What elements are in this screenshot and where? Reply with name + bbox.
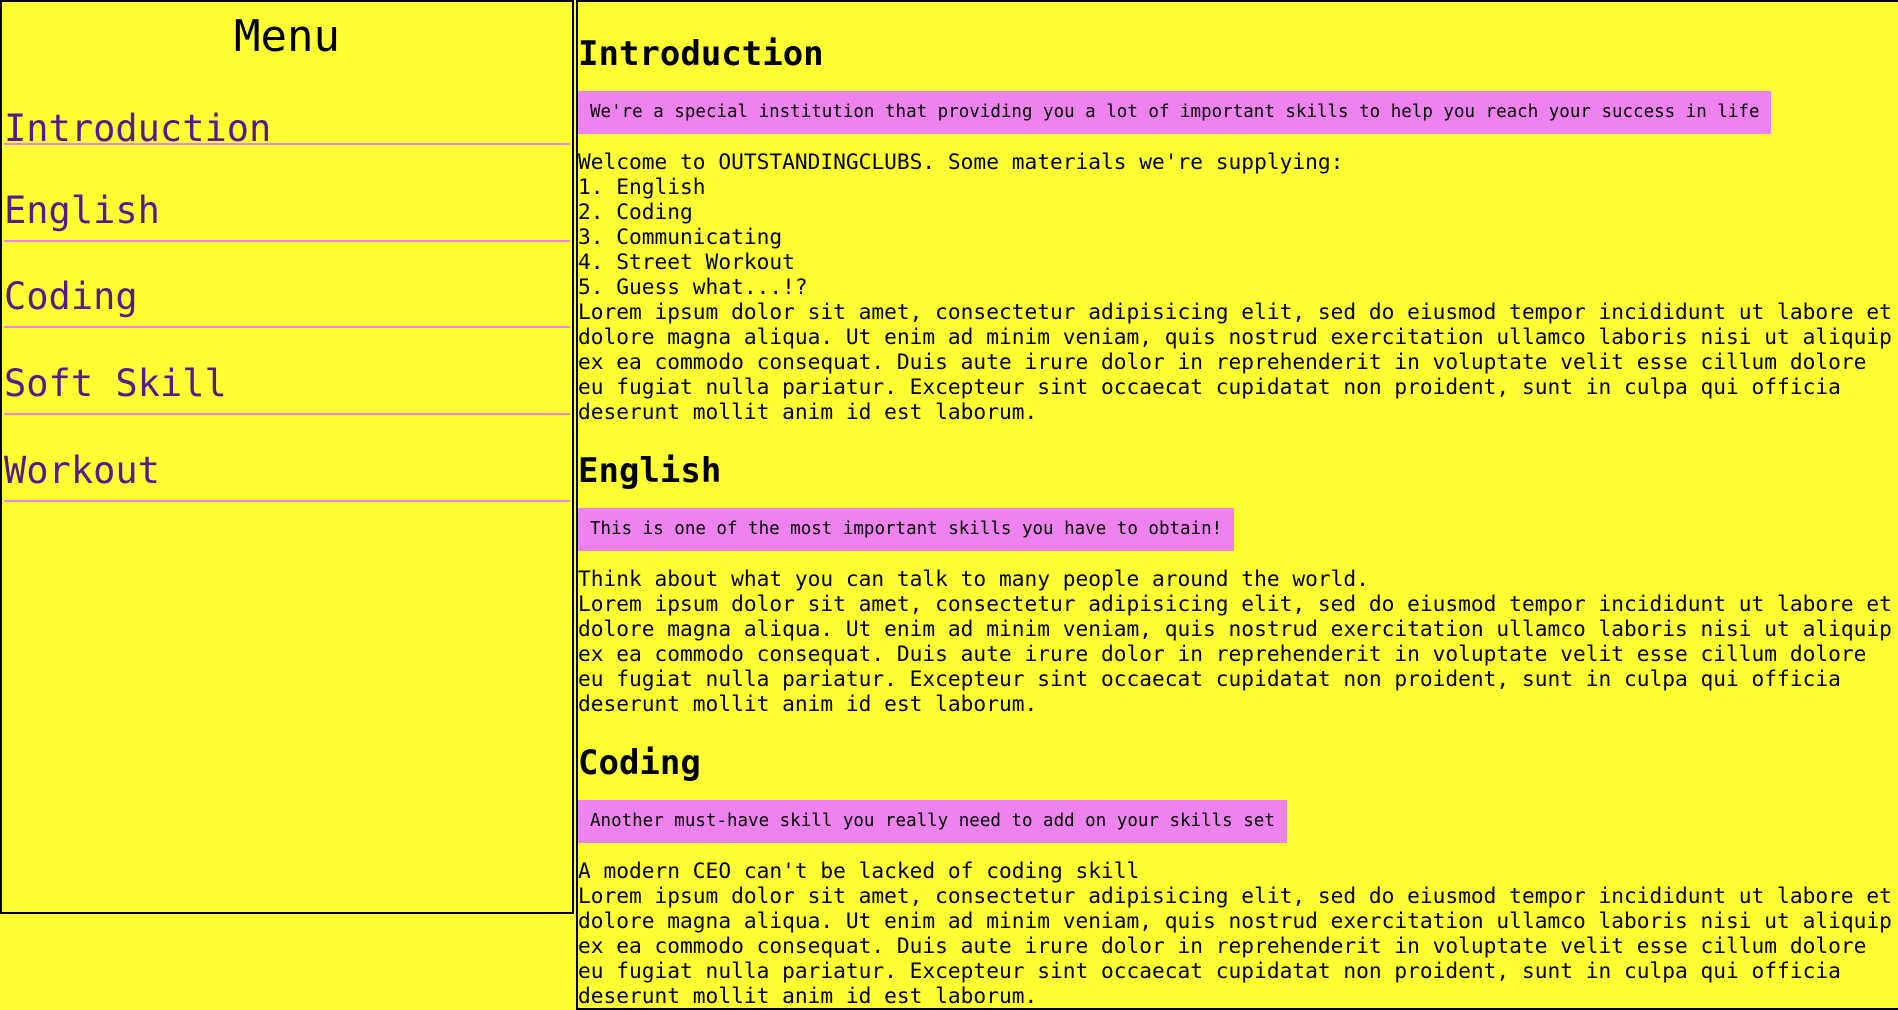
body-line: 2. Coding (578, 199, 693, 224)
sidebar-menu: Menu Introduction English Coding Soft Sk… (0, 0, 574, 914)
section-english: English This is one of the most importan… (578, 451, 1898, 716)
section-introduction: Introduction We're a special institution… (578, 2, 1898, 424)
menu-title: Menu (234, 11, 340, 62)
section-heading: English (578, 451, 722, 491)
lorem-paragraph: Lorem ipsum dolor sit amet, consectetur … (578, 299, 1892, 424)
lorem-paragraph: Lorem ipsum dolor sit amet, consectetur … (578, 591, 1892, 716)
body-line: 1. English (578, 174, 706, 199)
body-line: 4. Street Workout (578, 249, 795, 274)
body-line: Think about what you can talk to many pe… (578, 566, 1369, 591)
menu-item-english[interactable]: English (4, 172, 570, 242)
section-body: A modern CEO can't be lacked of coding s… (578, 858, 1893, 1008)
menu-item-introduction[interactable]: Introduction (4, 85, 570, 150)
lorem-paragraph: Lorem ipsum dolor sit amet, consectetur … (578, 883, 1892, 1008)
menu-list: Introduction English Coding Soft Skill W… (2, 85, 572, 502)
menu-item-workout[interactable]: Workout (4, 432, 570, 502)
section-heading: Introduction (578, 34, 824, 74)
section-body: Welcome to OUTSTANDINGCLUBS. Some materi… (578, 149, 1893, 424)
body-line: 3. Communicating (578, 224, 783, 249)
section-callout: Another must-have skill you really need … (578, 800, 1287, 843)
menu-item-coding[interactable]: Coding (4, 258, 570, 329)
section-coding: Coding Another must-have skill you reall… (578, 743, 1898, 1008)
menu-item-soft-skill[interactable]: Soft Skill (4, 345, 570, 416)
body-line: A modern CEO can't be lacked of coding s… (578, 858, 1140, 883)
body-line: Welcome to OUTSTANDINGCLUBS. Some materi… (578, 149, 1344, 174)
body-line: 5. Guess what...!? (578, 274, 808, 299)
section-heading: Coding (578, 743, 701, 783)
section-callout: We're a special institution that providi… (578, 91, 1772, 134)
section-body: Think about what you can talk to many pe… (578, 566, 1893, 716)
main-content[interactable]: Introduction We're a special institution… (576, 0, 1898, 1010)
section-callout: This is one of the most important skills… (578, 508, 1235, 551)
